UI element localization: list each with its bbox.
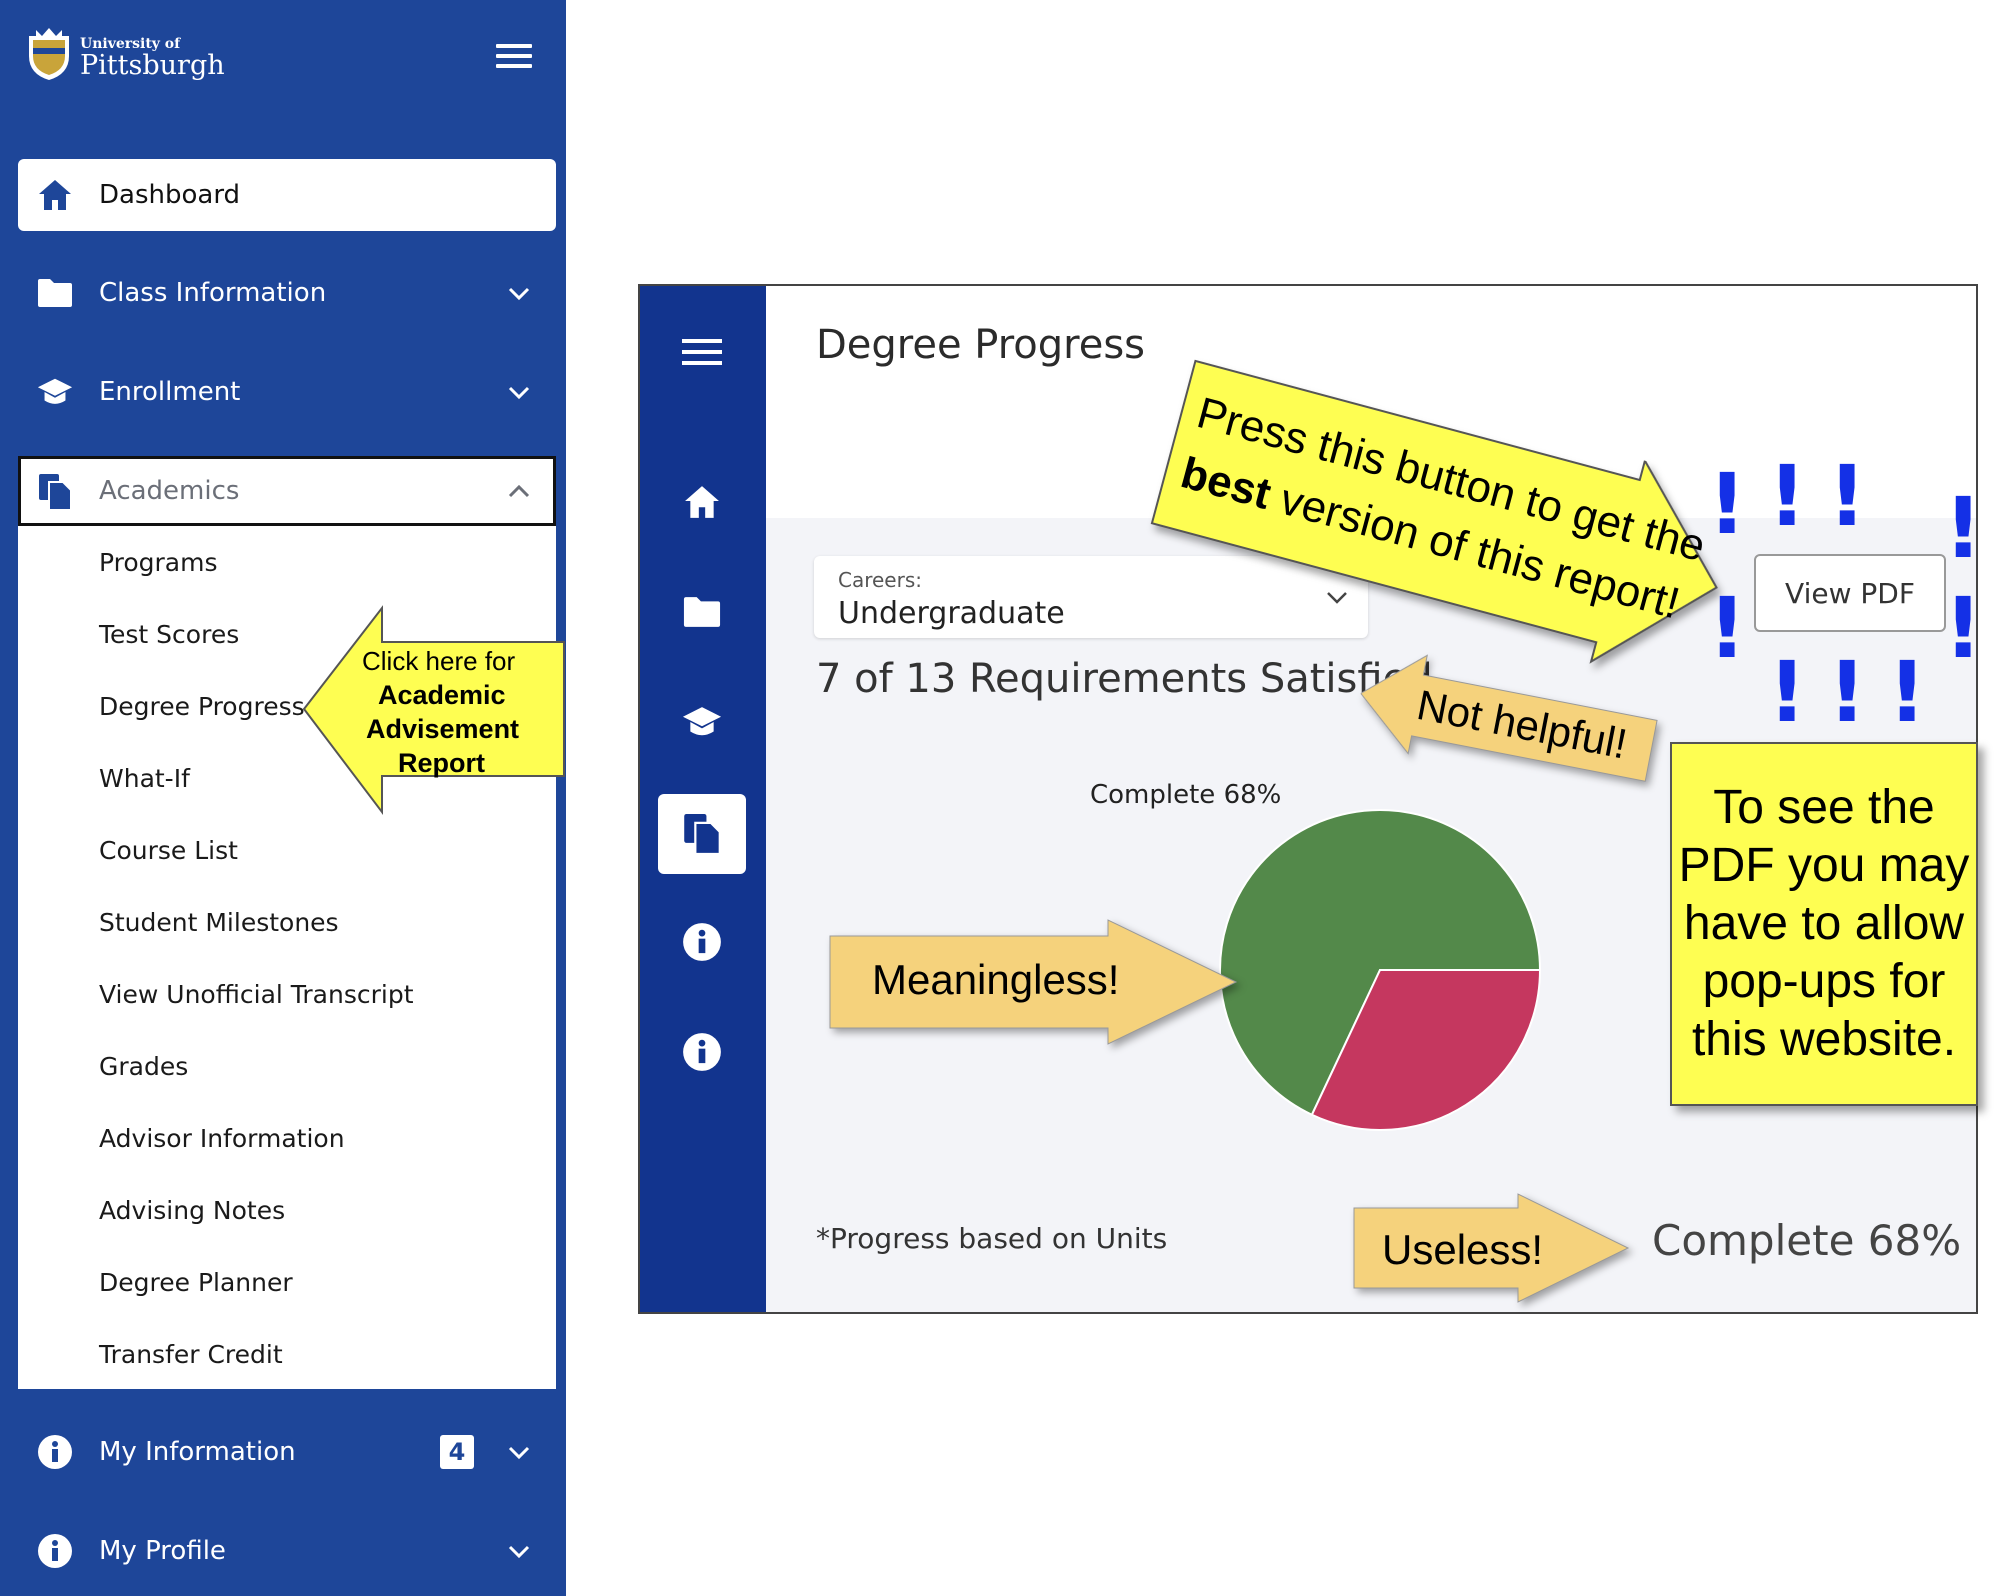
popups-line-1: To see the xyxy=(1713,781,1935,834)
click-here-line-2: Academic xyxy=(378,680,506,710)
nav-my-information-label: My Information xyxy=(99,1437,296,1467)
submenu-degree-planner[interactable]: Degree Planner xyxy=(99,1268,293,1297)
nav-enrollment-label: Enrollment xyxy=(99,377,241,407)
documents-icon xyxy=(676,808,728,860)
nav-academics-label: Academics xyxy=(99,476,240,506)
useless-text: Useless! xyxy=(1382,1226,1544,1273)
nav-academics[interactable]: Academics xyxy=(18,456,556,526)
submenu-programs[interactable]: Programs xyxy=(99,548,218,577)
exclaim-1: ! xyxy=(1708,455,1747,553)
chevron-down-icon[interactable] xyxy=(506,1538,532,1564)
folder-icon[interactable] xyxy=(676,586,728,638)
collapsed-nav-rail xyxy=(640,286,766,1312)
meaningless-callout: Meaningless! xyxy=(828,918,1240,1046)
nav-my-information[interactable]: My Information xyxy=(18,1416,556,1488)
submenu-transfer-credit[interactable]: Transfer Credit xyxy=(99,1340,283,1369)
submenu-view-unofficial-transcript[interactable]: View Unofficial Transcript xyxy=(99,980,414,1009)
popups-line-2: PDF you may xyxy=(1678,839,1970,892)
progress-footnote: *Progress based on Units xyxy=(816,1222,1168,1255)
requirements-summary: 7 of 13 Requirements Satisfied xyxy=(816,656,1433,702)
menu-hamburger-icon[interactable] xyxy=(496,44,536,70)
nav-my-profile[interactable]: My Profile xyxy=(18,1515,556,1587)
exclaim-7: ! xyxy=(1768,643,1807,741)
exclaim-6: ! xyxy=(1944,579,1983,677)
chevron-down-icon[interactable] xyxy=(506,379,532,405)
exclaim-4: ! xyxy=(1944,479,1983,577)
graduation-cap-icon[interactable] xyxy=(676,696,728,748)
submenu-grades[interactable]: Grades xyxy=(99,1052,188,1081)
home-icon[interactable] xyxy=(676,476,728,528)
page-title: Degree Progress xyxy=(816,322,1146,368)
chevron-down-icon[interactable] xyxy=(506,1439,532,1465)
folder-icon xyxy=(36,274,74,312)
crest-icon xyxy=(29,28,69,80)
nav-enrollment[interactable]: Enrollment xyxy=(18,356,556,428)
university-logo[interactable]: University of Pittsburgh xyxy=(26,26,225,86)
progress-pie-chart xyxy=(1219,809,1542,1131)
info-icon xyxy=(36,1532,74,1570)
click-here-callout xyxy=(302,605,565,815)
info-icon[interactable] xyxy=(676,1026,728,1078)
nav-my-profile-label: My Profile xyxy=(99,1536,226,1566)
notification-badge: 4 xyxy=(440,1435,474,1469)
nav-class-information-label: Class Information xyxy=(99,278,327,308)
chevron-down-icon[interactable] xyxy=(506,280,532,306)
nav-class-information[interactable]: Class Information xyxy=(18,257,556,329)
info-icon xyxy=(36,1433,74,1471)
popups-line-4: pop-ups for xyxy=(1702,955,1946,1008)
nav-dashboard-label: Dashboard xyxy=(99,180,241,210)
nav-dashboard[interactable]: Dashboard xyxy=(18,159,556,231)
submenu-advisor-information[interactable]: Advisor Information xyxy=(99,1124,345,1153)
exclaim-2: ! xyxy=(1768,447,1807,545)
chevron-up-icon[interactable] xyxy=(506,479,532,505)
popups-line-3: have to allow xyxy=(1683,897,1965,950)
home-icon xyxy=(36,176,74,214)
submenu-what-if[interactable]: What-If xyxy=(99,764,190,793)
view-pdf-button[interactable]: View PDF xyxy=(1754,554,1946,632)
menu-hamburger-icon[interactable] xyxy=(676,326,728,378)
graduation-cap-icon xyxy=(36,373,74,411)
useless-callout: Useless! xyxy=(1352,1192,1632,1304)
info-icon[interactable] xyxy=(676,916,728,968)
meaningless-text: Meaningless! xyxy=(872,956,1120,1003)
exclaim-3: ! xyxy=(1828,447,1867,545)
popups-note: To see the PDF you may have to allow pop… xyxy=(1670,742,1978,1106)
submenu-advising-notes[interactable]: Advising Notes xyxy=(99,1196,285,1225)
click-here-line-3: Advisement xyxy=(366,714,520,744)
submenu-degree-progress[interactable]: Degree Progress xyxy=(99,692,305,721)
submenu-test-scores[interactable]: Test Scores xyxy=(99,620,239,649)
submenu-student-milestones[interactable]: Student Milestones xyxy=(99,908,339,937)
popups-line-5: this website. xyxy=(1691,1013,1957,1066)
exclaim-9: ! xyxy=(1888,643,1927,741)
complete-percentage: Complete 68% xyxy=(1652,1216,1962,1265)
documents-icon xyxy=(36,473,74,511)
click-here-line-4: Report xyxy=(398,748,485,778)
careers-label: Careers: xyxy=(838,568,922,592)
submenu-course-list[interactable]: Course List xyxy=(99,836,238,865)
logo-line-2: Pittsburgh xyxy=(80,50,225,81)
careers-value: Undergraduate xyxy=(838,596,1065,631)
exclaim-5: ! xyxy=(1708,579,1747,677)
click-here-line-1: Click here for xyxy=(362,646,516,676)
exclaim-8: ! xyxy=(1828,643,1867,741)
